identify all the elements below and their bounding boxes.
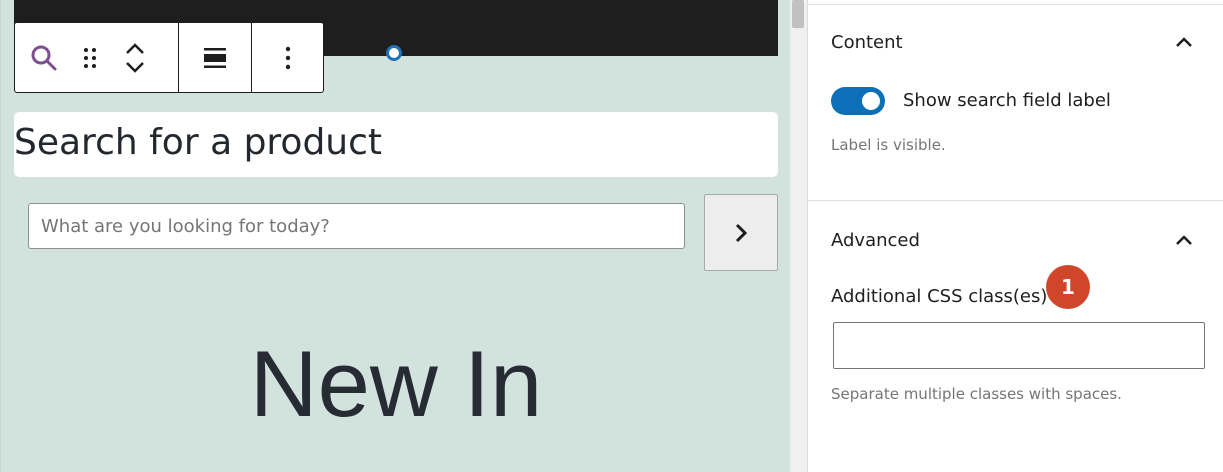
drag-button[interactable] — [73, 23, 107, 92]
advanced-panel-title[interactable]: Advanced — [831, 230, 920, 251]
content-panel-toggle[interactable] — [1174, 33, 1194, 52]
block-toolbar — [14, 22, 324, 93]
chevron-up-icon — [1176, 235, 1192, 245]
chevron-down-icon[interactable] — [125, 61, 145, 73]
block-type-button[interactable] — [15, 23, 73, 92]
css-class-input[interactable] — [833, 322, 1205, 369]
advanced-panel-toggle[interactable] — [1174, 231, 1194, 250]
search-label-block[interactable]: Search for a product — [14, 112, 778, 177]
drag-handle-icon — [84, 47, 96, 68]
toolbar-group-align — [179, 23, 252, 92]
align-wide-icon — [204, 47, 226, 68]
new-in-heading[interactable]: New In — [1, 330, 791, 438]
settings-sidebar: Content Show search field label Label is… — [808, 0, 1223, 472]
move-buttons — [107, 23, 163, 92]
step-badge: 1 — [1046, 265, 1090, 309]
show-label-toggle[interactable] — [831, 87, 885, 115]
chevron-up-icon[interactable] — [125, 42, 145, 55]
align-button[interactable] — [203, 47, 227, 69]
chevron-up-icon — [1176, 37, 1192, 47]
toolbar-group-options — [252, 23, 323, 92]
search-icon — [31, 45, 57, 70]
toggle-knob — [862, 92, 880, 110]
canvas-scrollbar[interactable] — [790, 0, 808, 472]
search-input[interactable] — [28, 203, 685, 249]
css-class-help: Separate multiple classes with spaces. — [831, 385, 1122, 403]
resize-handle[interactable] — [386, 45, 402, 61]
toolbar-group-block — [15, 23, 179, 92]
scrollbar-thumb[interactable] — [792, 0, 804, 28]
show-label-toggle-label[interactable]: Show search field label — [903, 90, 1111, 111]
more-vertical-icon — [285, 46, 290, 69]
editor-canvas: Search for a product New In — [0, 0, 791, 472]
options-button[interactable] — [285, 46, 291, 70]
search-field-label[interactable]: Search for a product — [14, 122, 382, 163]
label-visible-help: Label is visible. — [831, 136, 946, 154]
css-class-label: Additional CSS class(es) — [831, 286, 1048, 307]
content-panel: Content Show search field label Label is… — [808, 5, 1223, 201]
content-panel-title[interactable]: Content — [831, 32, 903, 53]
chevron-right-icon — [735, 223, 748, 242]
search-submit-button[interactable] — [704, 194, 778, 271]
advanced-panel: Advanced Additional CSS class(es) 1 Sepa… — [808, 201, 1223, 472]
